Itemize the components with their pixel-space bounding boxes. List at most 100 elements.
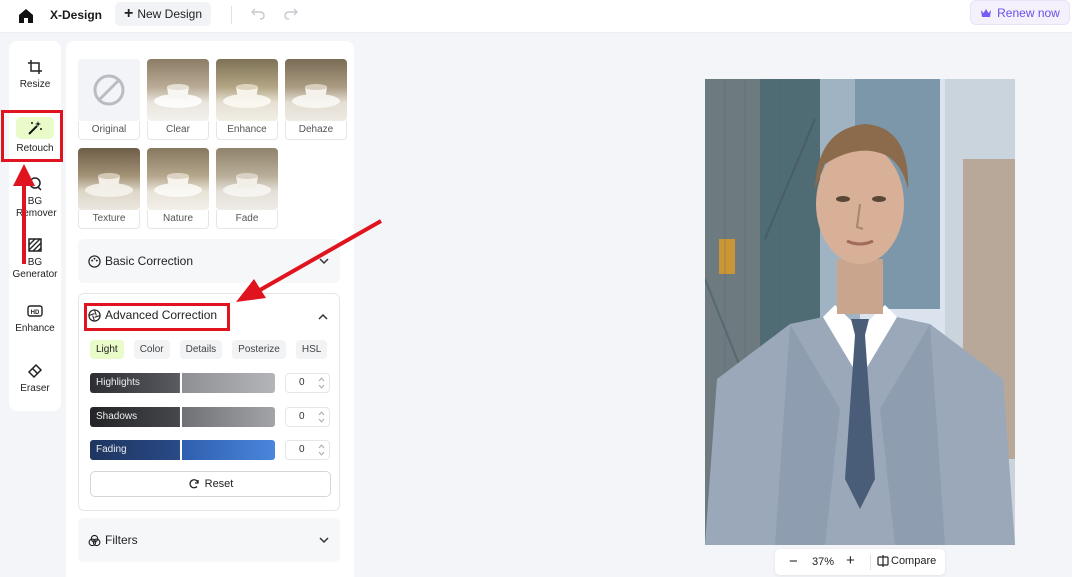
tool-eraser[interactable]: Eraser bbox=[9, 363, 61, 395]
preset-dehaze[interactable]: Dehaze bbox=[285, 59, 347, 141]
shadows-slider[interactable]: Shadows bbox=[90, 407, 275, 427]
preset-nature[interactable]: Nature bbox=[147, 148, 209, 230]
tool-label: Retouch bbox=[16, 143, 54, 154]
tab-posterize[interactable]: Posterize bbox=[232, 340, 286, 359]
stepper-icon[interactable] bbox=[318, 443, 325, 457]
retouch-panel: Original Clear Enhance Dehaze Texture Na… bbox=[66, 41, 354, 577]
teacup-image bbox=[154, 173, 202, 197]
new-design-button[interactable]: + New Design bbox=[115, 2, 211, 26]
basic-correction-label: Basic Correction bbox=[105, 254, 194, 268]
zoom-out-button[interactable]: − bbox=[789, 553, 798, 570]
slider-value: 0 bbox=[299, 444, 305, 455]
teacup-image bbox=[223, 84, 271, 108]
slider-label: Fading bbox=[96, 444, 127, 455]
compare-button[interactable]: Compare bbox=[877, 555, 936, 567]
filters-header: Filters bbox=[88, 518, 138, 562]
tab-details[interactable]: Details bbox=[179, 340, 223, 359]
portrait-image bbox=[705, 79, 1015, 545]
canvas-photo[interactable] bbox=[705, 79, 1015, 545]
tool-resize[interactable]: Resize bbox=[9, 59, 61, 91]
top-bar: X-Design + New Design Renew now bbox=[0, 0, 1072, 33]
teacup-image bbox=[292, 84, 340, 108]
crown-icon bbox=[981, 8, 992, 17]
crop-icon bbox=[28, 60, 42, 74]
tool-label: Enhance bbox=[15, 323, 55, 334]
preset-label: Nature bbox=[147, 210, 209, 229]
chevron-down-icon[interactable] bbox=[318, 255, 330, 267]
preset-enhance[interactable]: Enhance bbox=[216, 59, 278, 141]
preset-label: Original bbox=[78, 121, 140, 140]
chevron-down-icon[interactable] bbox=[318, 534, 330, 546]
svg-text:HD: HD bbox=[31, 310, 40, 316]
renew-now-label: Renew now bbox=[997, 5, 1060, 20]
slider-knob[interactable] bbox=[180, 407, 182, 427]
tab-color[interactable]: Color bbox=[133, 340, 170, 359]
reset-button[interactable]: Reset bbox=[90, 471, 331, 497]
zoom-divider bbox=[870, 554, 871, 570]
preset-fade[interactable]: Fade bbox=[216, 148, 278, 230]
basic-correction-section[interactable]: Basic Correction bbox=[78, 239, 340, 283]
tab-light[interactable]: Light bbox=[90, 340, 124, 359]
compare-icon bbox=[877, 555, 889, 567]
app-window: X-Design + New Design Renew now Resize R… bbox=[0, 0, 1072, 577]
slider-knob[interactable] bbox=[180, 440, 182, 460]
fading-slider[interactable]: Fading bbox=[90, 440, 275, 460]
bg-remover-icon bbox=[29, 177, 42, 191]
zoom-in-button[interactable]: + bbox=[846, 552, 855, 569]
none-icon bbox=[93, 74, 125, 106]
stepper-icon[interactable] bbox=[318, 376, 325, 390]
zoom-bar: − 37% + Compare bbox=[775, 549, 945, 575]
chevron-up-icon[interactable] bbox=[317, 311, 329, 323]
preset-thumbnail bbox=[78, 148, 140, 210]
teacup-image bbox=[85, 173, 133, 197]
fading-row: Fading 0 bbox=[90, 440, 330, 460]
preset-texture[interactable]: Texture bbox=[78, 148, 140, 230]
magic-wand-icon bbox=[28, 121, 42, 135]
tool-label: Resize bbox=[19, 79, 51, 90]
teacup-image bbox=[223, 173, 271, 197]
tool-bg-generator[interactable]: BG Generator bbox=[9, 237, 61, 281]
teacup-image bbox=[154, 84, 202, 108]
tool-label: Eraser bbox=[20, 383, 50, 394]
preset-label: Texture bbox=[78, 210, 140, 229]
slider-label: Shadows bbox=[96, 411, 138, 422]
highlights-row: Highlights 0 bbox=[90, 373, 330, 393]
preset-thumbnail bbox=[285, 59, 347, 121]
advanced-correction-label: Advanced Correction bbox=[105, 308, 218, 322]
new-design-label: New Design bbox=[137, 7, 203, 21]
reset-label: Reset bbox=[204, 478, 234, 490]
bg-generator-icon bbox=[28, 238, 42, 252]
highlights-slider[interactable]: Highlights bbox=[90, 373, 275, 393]
preset-thumbnail bbox=[147, 59, 209, 121]
eraser-icon bbox=[27, 363, 43, 379]
renew-now-button[interactable]: Renew now bbox=[970, 0, 1070, 25]
tab-hsl[interactable]: HSL bbox=[295, 340, 328, 359]
tool-bg-remover[interactable]: BG Remover bbox=[9, 176, 61, 220]
slider-knob[interactable] bbox=[180, 373, 182, 393]
aperture-icon bbox=[88, 308, 101, 322]
preset-label: Dehaze bbox=[285, 121, 347, 140]
shadows-value-input[interactable]: 0 bbox=[285, 407, 330, 427]
tool-enhance[interactable]: HD Enhance bbox=[9, 303, 61, 335]
home-icon[interactable] bbox=[16, 6, 36, 26]
preset-label: Enhance bbox=[216, 121, 278, 140]
slider-value: 0 bbox=[299, 377, 305, 388]
undo-icon[interactable] bbox=[250, 5, 266, 21]
filters-label: Filters bbox=[105, 533, 138, 547]
tool-retouch[interactable]: Retouch bbox=[9, 117, 61, 155]
advanced-correction-section: Advanced Correction Light Color Details … bbox=[78, 293, 340, 511]
stepper-icon[interactable] bbox=[318, 410, 325, 424]
preset-thumbnail bbox=[216, 148, 278, 210]
preset-label: Clear bbox=[147, 121, 209, 140]
preset-clear[interactable]: Clear bbox=[147, 59, 209, 141]
highlights-value-input[interactable]: 0 bbox=[285, 373, 330, 393]
palette-icon bbox=[88, 254, 101, 268]
fading-value-input[interactable]: 0 bbox=[285, 440, 330, 460]
zoom-level: 37% bbox=[812, 556, 835, 568]
plus-icon: + bbox=[123, 5, 134, 22]
preset-label: Fade bbox=[216, 210, 278, 229]
advanced-correction-header[interactable]: Advanced Correction bbox=[88, 308, 217, 322]
preset-original[interactable]: Original bbox=[78, 59, 140, 141]
redo-icon[interactable] bbox=[283, 5, 299, 21]
filters-section[interactable]: Filters bbox=[78, 518, 340, 562]
